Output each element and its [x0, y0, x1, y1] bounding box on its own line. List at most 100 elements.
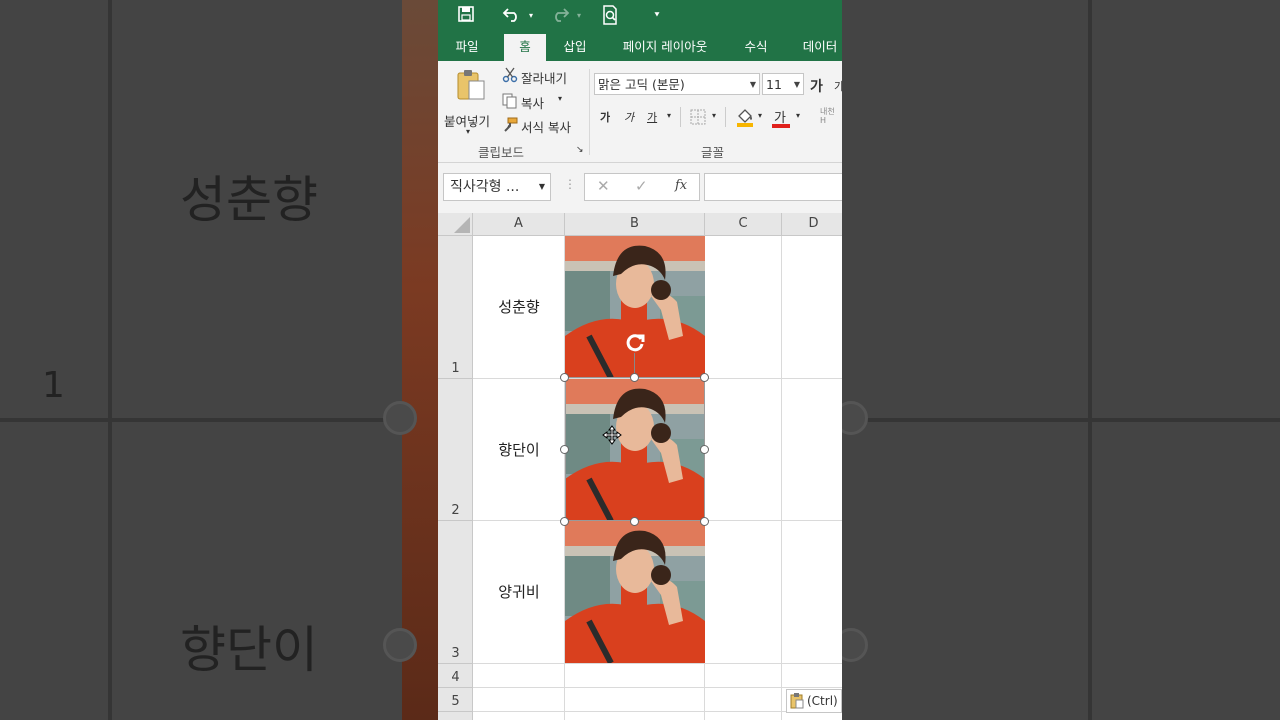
column-header-b[interactable]: B	[565, 213, 705, 236]
chevron-down-icon: ▼	[538, 182, 545, 191]
tab-formulas[interactable]: 수식	[734, 34, 778, 61]
tab-home[interactable]: 홈	[504, 34, 546, 61]
font-name-value: 맑은 고딕 (본문)	[598, 77, 685, 92]
row-header-3[interactable]: 3	[438, 521, 473, 664]
copy-button[interactable]: 복사 ▾	[500, 91, 580, 111]
format-painter-button[interactable]: 서식 복사	[500, 115, 580, 135]
column-header-c[interactable]: C	[705, 213, 782, 236]
save-icon[interactable]	[454, 5, 478, 27]
scissors-icon	[502, 67, 518, 87]
cell-a1[interactable]: 성춘향	[473, 296, 565, 317]
resize-handle[interactable]	[700, 517, 709, 526]
formula-input[interactable]	[704, 173, 842, 201]
paste-button[interactable]: 붙여넣기 ▾	[442, 67, 496, 137]
background-row-number: 1	[42, 365, 65, 406]
formula-buttons: ✕ ✓ fx	[584, 173, 700, 201]
copy-icon	[502, 93, 518, 113]
font-color-swatch	[772, 124, 790, 128]
undo-dropdown-icon[interactable]: ▾	[526, 5, 536, 27]
paste-options-label: (Ctrl)	[807, 694, 838, 708]
row-header-1[interactable]: 1	[438, 236, 473, 379]
cell-a3[interactable]: 양귀비	[473, 581, 565, 602]
font-group-label: 글꼴	[701, 145, 725, 160]
row-header-6[interactable]	[438, 712, 473, 720]
tab-page-layout[interactable]: 페이지 레이아웃	[612, 34, 718, 61]
resize-handle[interactable]	[630, 373, 639, 382]
redo-icon[interactable]	[548, 5, 572, 27]
copy-dropdown-icon[interactable]: ▾	[558, 94, 562, 103]
name-box[interactable]: 직사각형 ... ▼	[443, 173, 551, 201]
column-header-a[interactable]: A	[473, 213, 565, 236]
row-header-5[interactable]: 5	[438, 688, 473, 712]
quick-access-toolbar: ▾ ▾ ⯆	[438, 0, 842, 34]
resize-handle[interactable]	[560, 445, 569, 454]
paste-options-button[interactable]: (Ctrl)	[786, 689, 842, 713]
row-header-4[interactable]: 4	[438, 664, 473, 688]
shrink-font-button[interactable]: 가	[834, 78, 842, 94]
column-header-d[interactable]: D	[782, 213, 842, 236]
format-painter-icon	[502, 117, 518, 137]
name-box-value: 직사각형 ...	[450, 179, 520, 195]
portrait-image[interactable]	[565, 521, 705, 663]
enter-icon[interactable]: ✓	[635, 177, 648, 195]
worksheet-grid: A B C D 1 2 3 4 5 성춘향 향단이 양귀비 (Ctrl)	[438, 213, 842, 720]
clipboard-dialog-launcher-icon[interactable]: ↘	[576, 145, 584, 155]
tab-file[interactable]: 파일	[446, 34, 488, 61]
borders-icon[interactable]	[690, 109, 706, 129]
picture-selection-frame	[565, 377, 705, 521]
redo-dropdown-icon[interactable]: ▾	[574, 5, 584, 27]
resize-handle[interactable]	[700, 445, 709, 454]
font-separator	[725, 107, 726, 127]
phonetic-icon[interactable]: 내천 H	[820, 107, 835, 125]
rotate-handle-icon[interactable]	[624, 331, 646, 357]
copy-label: 복사	[521, 96, 545, 111]
cancel-icon[interactable]: ✕	[597, 177, 610, 195]
cell-a2[interactable]: 향단이	[473, 439, 565, 460]
clipboard-icon	[456, 69, 486, 105]
italic-button[interactable]: 가	[624, 109, 634, 125]
paste-dropdown-icon[interactable]: ▾	[466, 127, 470, 136]
customize-icon[interactable]: ⯆	[650, 5, 664, 27]
font-size-value: 11	[766, 77, 782, 92]
clipboard-icon	[790, 693, 804, 716]
font-size-select[interactable]: 11 ▼	[762, 73, 804, 95]
excel-window: ▾ ▾ ⯆ 파일 홈 삽입 페이지 레이아웃 수식 데이터 붙여넣기 ▾ 잘라내…	[438, 0, 842, 720]
insert-function-icon[interactable]: fx	[675, 178, 687, 193]
font-color-button[interactable]: 가	[772, 107, 792, 129]
tab-data[interactable]: 데이터	[794, 34, 842, 61]
borders-dropdown-icon[interactable]: ▾	[712, 111, 716, 120]
font-separator	[680, 107, 681, 127]
format-painter-label: 서식 복사	[521, 120, 571, 135]
font-name-select[interactable]: 맑은 고딕 (본문) ▼	[594, 73, 760, 95]
formula-bar: 직사각형 ... ▼ ⋮ ✕ ✓ fx	[438, 163, 842, 213]
chevron-down-icon: ▼	[749, 80, 756, 89]
move-cursor-icon	[602, 425, 622, 449]
underline-button[interactable]: 가	[647, 109, 657, 125]
fill-color-icon[interactable]	[736, 107, 754, 131]
ribbon-separator	[589, 69, 590, 155]
ribbon-home: 붙여넣기 ▾ 잘라내기 복사 ▾ 서식 복사 클립보드 ↘ 맑은 고딕 (본문)…	[438, 61, 842, 163]
ribbon-tabs: 파일 홈 삽입 페이지 레이아웃 수식 데이터	[438, 34, 842, 61]
resize-handle[interactable]	[560, 373, 569, 382]
cut-label: 잘라내기	[521, 71, 568, 86]
tab-insert[interactable]: 삽입	[554, 34, 596, 61]
fill-color-dropdown-icon[interactable]: ▾	[758, 111, 762, 120]
print-preview-icon[interactable]	[598, 5, 622, 27]
undo-icon[interactable]	[500, 5, 524, 27]
row-header-2[interactable]: 2	[438, 379, 473, 521]
more-icon: ⋮	[564, 177, 576, 191]
select-all-corner[interactable]	[438, 213, 473, 236]
grow-font-button[interactable]: 가	[810, 76, 823, 96]
resize-handle[interactable]	[560, 517, 569, 526]
chevron-down-icon: ▼	[793, 80, 800, 89]
resize-handle[interactable]	[700, 373, 709, 382]
bold-button[interactable]: 가	[600, 109, 610, 125]
font-color-dropdown-icon[interactable]: ▾	[796, 111, 800, 120]
clipboard-group-label: 클립보드	[478, 145, 525, 160]
cut-button[interactable]: 잘라내기	[500, 66, 580, 86]
underline-dropdown-icon[interactable]: ▾	[667, 111, 671, 120]
background-label-1: 성춘향	[180, 171, 318, 229]
rotate-stem	[634, 353, 635, 375]
resize-handle[interactable]	[630, 517, 639, 526]
background-label-2: 향단이	[180, 621, 318, 679]
